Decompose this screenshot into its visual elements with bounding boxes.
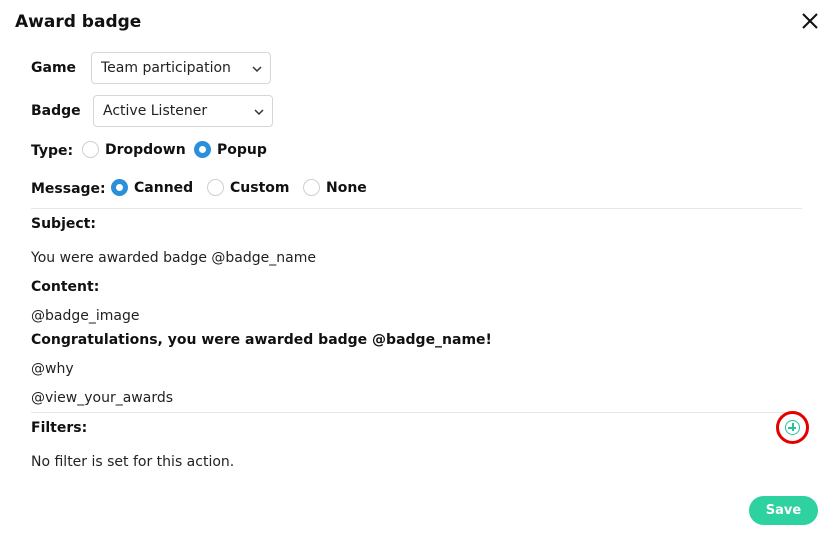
message-radio-custom[interactable]: Custom — [207, 179, 289, 196]
chevron-down-icon — [254, 109, 264, 116]
type-label: Type: — [31, 143, 74, 159]
game-select[interactable]: Team participation — [91, 52, 271, 84]
radio-label: Custom — [230, 179, 290, 196]
radio-label: Dropdown — [105, 141, 186, 158]
radio-label: None — [326, 179, 367, 196]
save-button[interactable]: Save — [749, 496, 818, 525]
close-icon[interactable] — [799, 10, 821, 32]
game-label: Game — [31, 60, 77, 76]
plus-circle-icon — [785, 420, 800, 435]
badge-label: Badge — [31, 103, 81, 119]
filters-label: Filters: — [31, 420, 88, 436]
divider — [31, 412, 802, 413]
message-radio-canned[interactable]: Canned — [111, 179, 193, 196]
game-select-value: Team participation — [101, 60, 231, 76]
divider — [31, 208, 802, 209]
content-line: @why — [31, 361, 74, 377]
subject-value: You were awarded badge @badge_name — [31, 250, 316, 266]
radio-circle-selected — [194, 141, 211, 158]
subject-label: Subject: — [31, 216, 96, 232]
badge-select[interactable]: Active Listener — [93, 95, 273, 127]
dialog-title: Award badge — [15, 12, 142, 32]
badge-select-value: Active Listener — [103, 103, 208, 119]
radio-circle-selected — [111, 179, 128, 196]
radio-label: Canned — [134, 179, 194, 196]
content-line: Congratulations, you were awarded badge … — [31, 332, 492, 348]
content-line: @badge_image — [31, 308, 140, 324]
type-radio-popup[interactable]: Popup — [194, 141, 267, 158]
radio-label: Popup — [217, 141, 267, 158]
message-label: Message: — [31, 181, 106, 197]
content-label: Content: — [31, 279, 100, 295]
chevron-down-icon — [252, 66, 262, 73]
content-line: @view_your_awards — [31, 390, 174, 406]
radio-circle — [303, 179, 320, 196]
add-filter-button[interactable] — [776, 411, 809, 444]
radio-circle — [82, 141, 99, 158]
type-radio-dropdown[interactable]: Dropdown — [82, 141, 186, 158]
message-radio-none[interactable]: None — [303, 179, 367, 196]
filters-empty-text: No filter is set for this action. — [31, 454, 235, 470]
radio-circle — [207, 179, 224, 196]
